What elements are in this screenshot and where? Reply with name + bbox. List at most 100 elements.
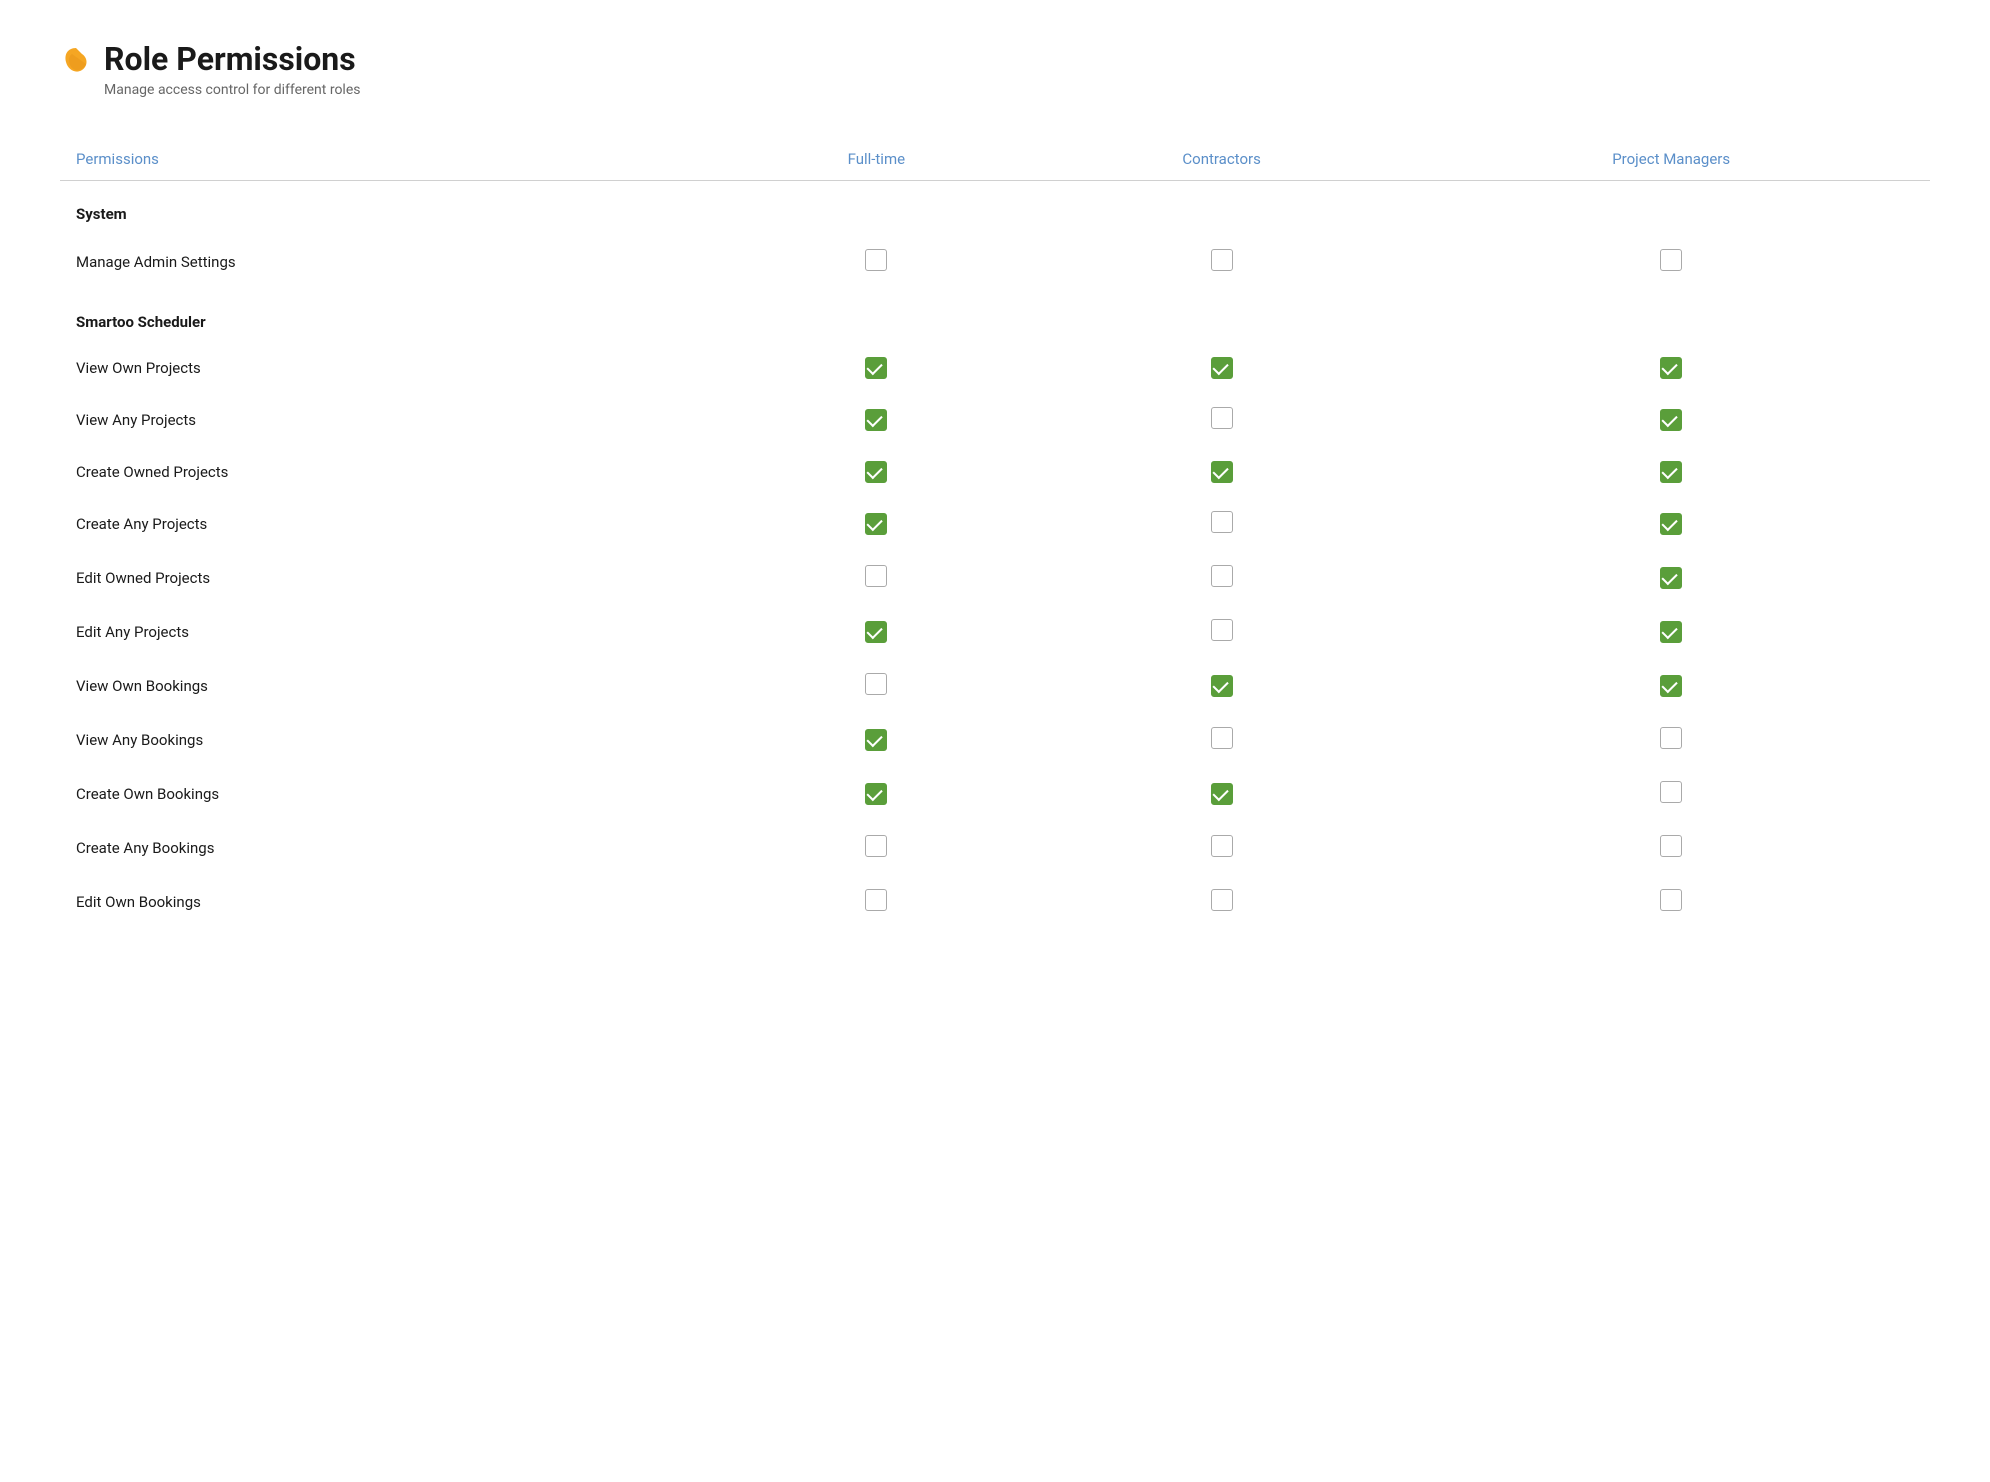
- checkbox-cell-fulltime: [722, 713, 1031, 767]
- checkbox-fulltime[interactable]: [865, 357, 887, 379]
- section-header-row: Smartoo Scheduler: [60, 289, 1930, 343]
- permission-label: Edit Any Projects: [60, 605, 722, 659]
- permission-label: Create Owned Projects: [60, 447, 722, 497]
- col-header-project-managers: Project Managers: [1412, 138, 1930, 181]
- checkbox-project_managers[interactable]: [1660, 249, 1682, 271]
- section-header-row: System: [60, 181, 1930, 236]
- checkbox-cell-fulltime: [722, 605, 1031, 659]
- checkbox-project_managers[interactable]: [1660, 675, 1682, 697]
- logo-icon: [60, 44, 92, 76]
- table-row: Edit Any Projects: [60, 605, 1930, 659]
- checkbox-fulltime[interactable]: [865, 461, 887, 483]
- checkbox-cell-project_managers: [1412, 875, 1930, 929]
- permission-label: View Own Bookings: [60, 659, 722, 713]
- permissions-table: Permissions Full-time Contractors Projec…: [60, 138, 1930, 929]
- table-row: View Own Bookings: [60, 659, 1930, 713]
- checkbox-project_managers[interactable]: [1660, 727, 1682, 749]
- checkbox-contractors[interactable]: [1211, 675, 1233, 697]
- checkbox-fulltime[interactable]: [865, 835, 887, 857]
- checkbox-fulltime[interactable]: [865, 729, 887, 751]
- checkbox-project_managers[interactable]: [1660, 889, 1682, 911]
- table-row: Edit Owned Projects: [60, 551, 1930, 605]
- permission-label: View Any Bookings: [60, 713, 722, 767]
- checkbox-cell-contractors: [1031, 393, 1412, 447]
- checkbox-cell-project_managers: [1412, 821, 1930, 875]
- checkbox-cell-contractors: [1031, 447, 1412, 497]
- checkbox-cell-contractors: [1031, 659, 1412, 713]
- checkbox-project_managers[interactable]: [1660, 409, 1682, 431]
- checkbox-fulltime[interactable]: [865, 513, 887, 535]
- checkbox-fulltime[interactable]: [865, 783, 887, 805]
- checkbox-contractors[interactable]: [1211, 357, 1233, 379]
- section-label: System: [60, 181, 1930, 236]
- checkbox-fulltime[interactable]: [865, 621, 887, 643]
- checkbox-project_managers[interactable]: [1660, 835, 1682, 857]
- checkbox-cell-project_managers: [1412, 713, 1930, 767]
- checkbox-cell-contractors: [1031, 821, 1412, 875]
- checkbox-cell-contractors: [1031, 713, 1412, 767]
- checkbox-cell-project_managers: [1412, 343, 1930, 393]
- permission-label: View Any Projects: [60, 393, 722, 447]
- checkbox-cell-contractors: [1031, 605, 1412, 659]
- checkbox-contractors[interactable]: [1211, 407, 1233, 429]
- checkbox-cell-project_managers: [1412, 605, 1930, 659]
- checkbox-cell-project_managers: [1412, 659, 1930, 713]
- checkbox-cell-project_managers: [1412, 767, 1930, 821]
- checkbox-project_managers[interactable]: [1660, 461, 1682, 483]
- checkbox-contractors[interactable]: [1211, 727, 1233, 749]
- checkbox-cell-fulltime: [722, 343, 1031, 393]
- table-row: Create Any Projects: [60, 497, 1930, 551]
- table-row: View Any Projects: [60, 393, 1930, 447]
- checkbox-cell-fulltime: [722, 875, 1031, 929]
- permission-label: Manage Admin Settings: [60, 235, 722, 289]
- table-row: View Any Bookings: [60, 713, 1930, 767]
- checkbox-cell-fulltime: [722, 659, 1031, 713]
- checkbox-contractors[interactable]: [1211, 511, 1233, 533]
- checkbox-cell-project_managers: [1412, 447, 1930, 497]
- checkbox-cell-project_managers: [1412, 393, 1930, 447]
- checkbox-contractors[interactable]: [1211, 619, 1233, 641]
- permission-label: View Own Projects: [60, 343, 722, 393]
- checkbox-contractors[interactable]: [1211, 889, 1233, 911]
- checkbox-project_managers[interactable]: [1660, 357, 1682, 379]
- table-row: Create Any Bookings: [60, 821, 1930, 875]
- permission-label: Create Any Bookings: [60, 821, 722, 875]
- checkbox-cell-fulltime: [722, 497, 1031, 551]
- checkbox-project_managers[interactable]: [1660, 567, 1682, 589]
- checkbox-contractors[interactable]: [1211, 835, 1233, 857]
- checkbox-cell-contractors: [1031, 497, 1412, 551]
- checkbox-cell-project_managers: [1412, 235, 1930, 289]
- checkbox-project_managers[interactable]: [1660, 781, 1682, 803]
- table-row: Edit Own Bookings: [60, 875, 1930, 929]
- checkbox-contractors[interactable]: [1211, 249, 1233, 271]
- checkbox-fulltime[interactable]: [865, 409, 887, 431]
- checkbox-cell-fulltime: [722, 235, 1031, 289]
- checkbox-cell-fulltime: [722, 767, 1031, 821]
- permission-label: Create Any Projects: [60, 497, 722, 551]
- checkbox-cell-contractors: [1031, 343, 1412, 393]
- col-header-contractors: Contractors: [1031, 138, 1412, 181]
- checkbox-cell-contractors: [1031, 875, 1412, 929]
- checkbox-contractors[interactable]: [1211, 461, 1233, 483]
- permission-label: Create Own Bookings: [60, 767, 722, 821]
- checkbox-fulltime[interactable]: [865, 673, 887, 695]
- page-header: Role Permissions Manage access control f…: [60, 40, 1930, 98]
- table-row: View Own Projects: [60, 343, 1930, 393]
- page-subtitle: Manage access control for different role…: [104, 82, 360, 98]
- col-header-fulltime: Full-time: [722, 138, 1031, 181]
- checkbox-fulltime[interactable]: [865, 249, 887, 271]
- checkbox-cell-contractors: [1031, 767, 1412, 821]
- checkbox-cell-contractors: [1031, 235, 1412, 289]
- checkbox-cell-contractors: [1031, 551, 1412, 605]
- checkbox-project_managers[interactable]: [1660, 513, 1682, 535]
- page-title: Role Permissions: [104, 40, 360, 78]
- checkbox-contractors[interactable]: [1211, 783, 1233, 805]
- checkbox-contractors[interactable]: [1211, 565, 1233, 587]
- checkbox-fulltime[interactable]: [865, 889, 887, 911]
- checkbox-cell-project_managers: [1412, 551, 1930, 605]
- checkbox-cell-fulltime: [722, 551, 1031, 605]
- checkbox-cell-project_managers: [1412, 497, 1930, 551]
- checkbox-project_managers[interactable]: [1660, 621, 1682, 643]
- checkbox-fulltime[interactable]: [865, 565, 887, 587]
- table-row: Create Owned Projects: [60, 447, 1930, 497]
